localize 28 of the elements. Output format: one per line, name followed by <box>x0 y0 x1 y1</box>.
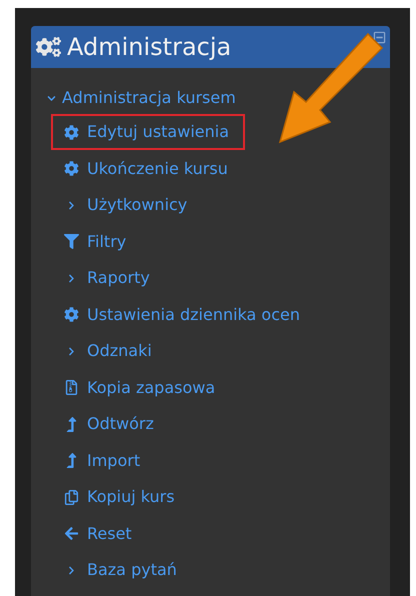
tree-node-link[interactable]: Administracja kursem <box>47 86 236 110</box>
menu-item-link[interactable]: Ukończenie kursu <box>51 150 244 187</box>
menu-item-link[interactable]: Filtry <box>51 224 142 260</box>
block-title: Administracja <box>67 32 232 63</box>
chevron-right-icon[interactable] <box>66 346 76 356</box>
copy-icon <box>64 490 78 505</box>
left-arrow-icon <box>64 526 78 542</box>
menu-item-link[interactable]: Użytkownicy <box>51 187 204 224</box>
gear-icon <box>64 124 78 140</box>
gear-icon <box>64 307 78 322</box>
chevron-down-icon[interactable] <box>47 94 56 102</box>
chevron-right-icon[interactable] <box>66 200 76 210</box>
menu-item-link[interactable]: Ustawienia dziennika ocen <box>51 296 316 333</box>
menu-item-link[interactable]: Odznaki <box>51 333 168 370</box>
gears-icon <box>36 36 61 58</box>
chevron-right-icon[interactable] <box>66 274 76 283</box>
menu-item-link[interactable]: Odtwórz <box>51 406 170 442</box>
gear-icon <box>64 161 78 176</box>
menu-item-link[interactable]: Edytuj ustawienia <box>51 114 245 150</box>
menu-item-link[interactable]: Reset <box>51 516 148 552</box>
menu-item-link[interactable]: Import <box>51 442 156 479</box>
menu-item-link[interactable]: Kopiuj kurs <box>51 479 191 516</box>
menu-item-link[interactable]: Kopia zapasowa <box>51 370 232 406</box>
chevron-right-icon[interactable] <box>66 566 76 575</box>
menu-item-link[interactable]: Raporty <box>51 260 166 296</box>
archive-file-icon <box>64 380 78 396</box>
filter-icon <box>64 234 78 250</box>
menu-item-link[interactable]: Baza pytań <box>51 552 193 588</box>
